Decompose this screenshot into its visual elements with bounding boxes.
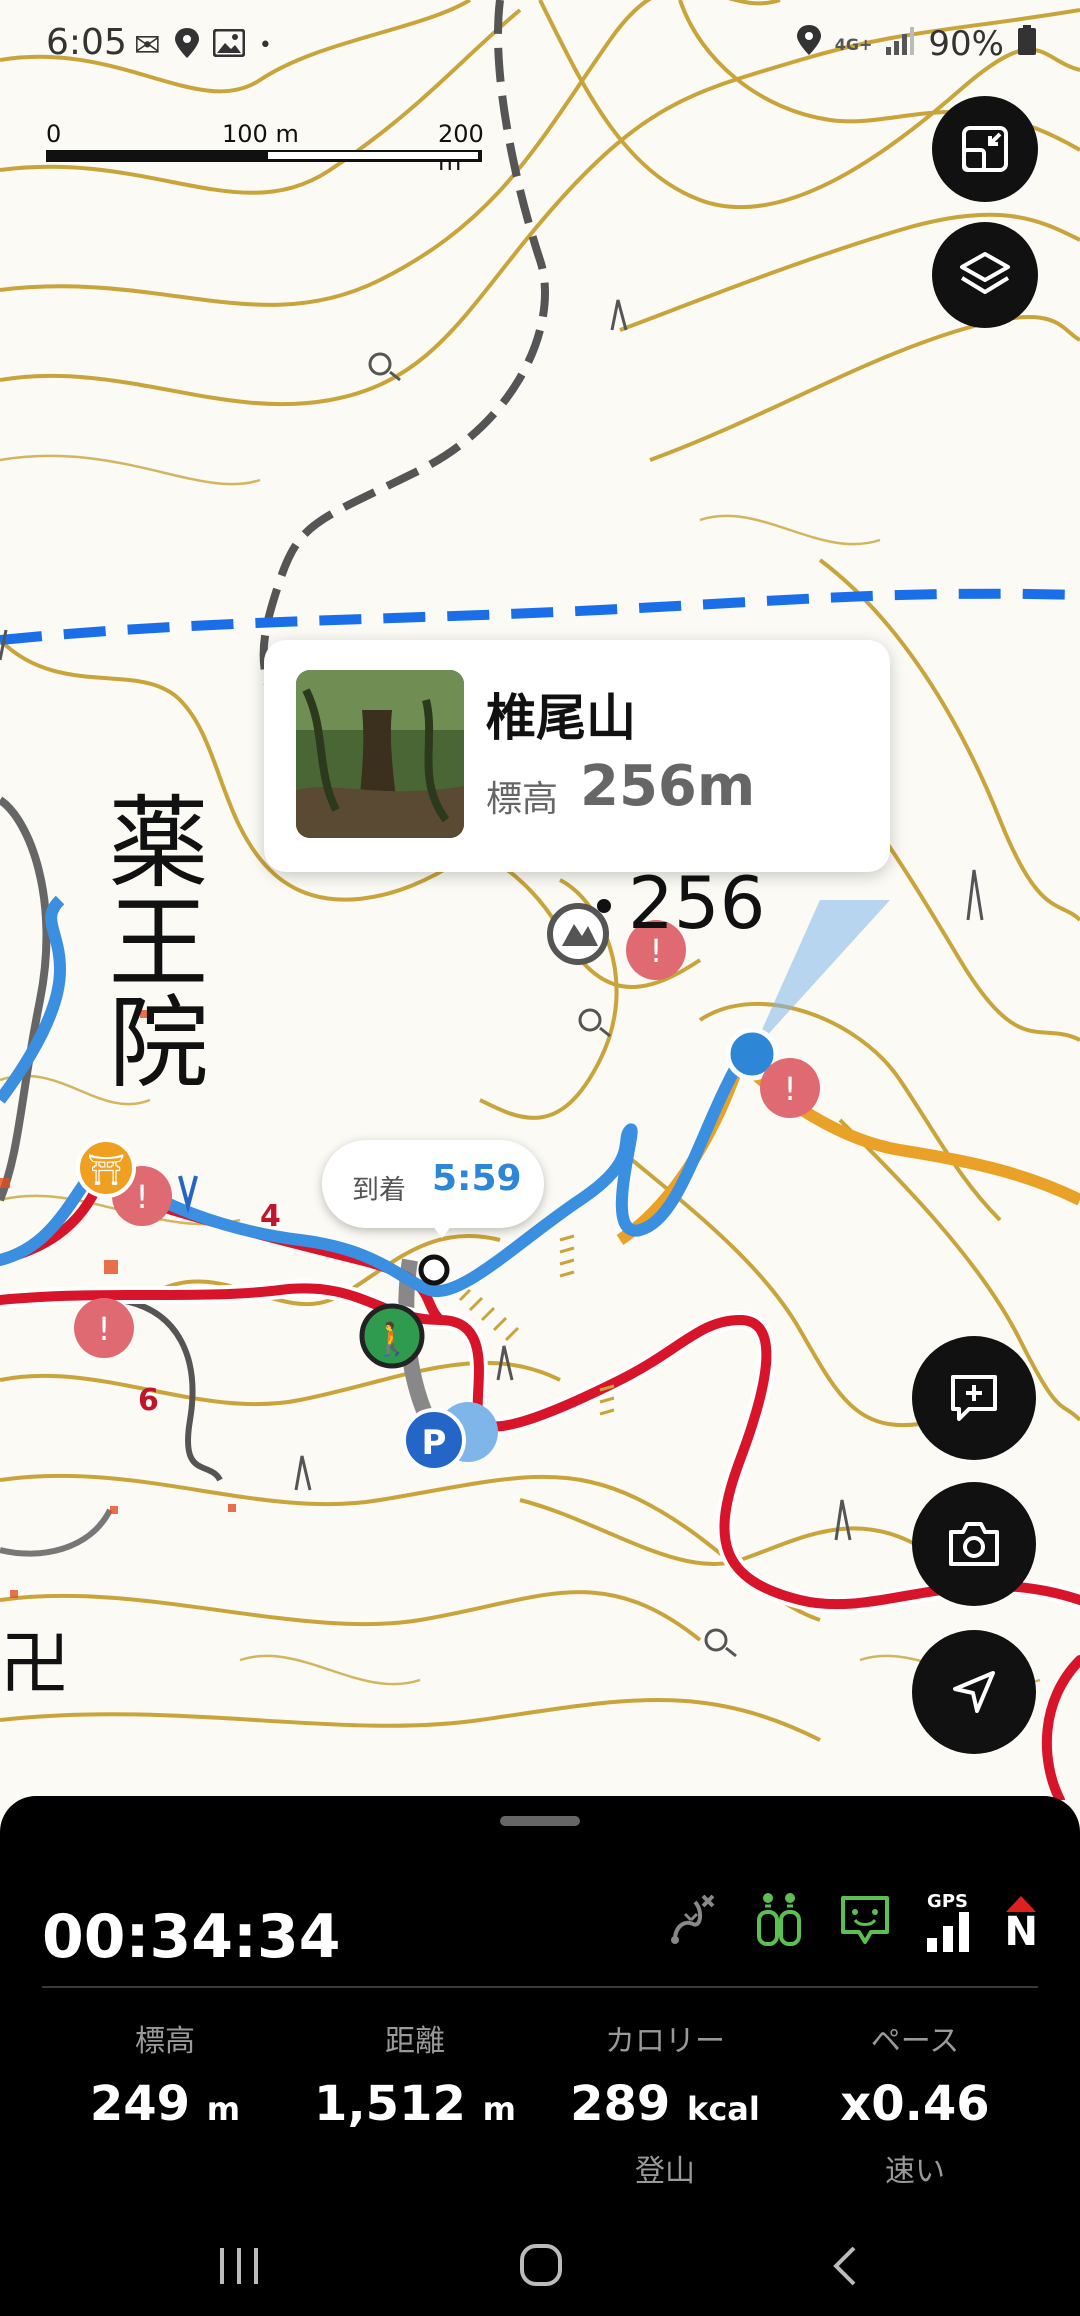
stat-value: 249 m [40,2076,290,2132]
camera-button[interactable] [912,1482,1036,1606]
arrival-time-bubble[interactable]: 到着 5:59 [322,1140,544,1238]
arrival-bubble-tail [428,1220,456,1238]
peak-name: 椎尾山 [486,689,636,747]
trail-number-6: 6 [138,1383,159,1418]
north-label: N [1004,1909,1038,1955]
stat-unit: m [206,2090,241,2128]
stat-unit: m [482,2090,516,2128]
stat-label: 距離 [385,2024,445,2059]
scale-label-0: 0 [46,120,62,148]
add-note-button[interactable] [912,1336,1036,1460]
stat-value: 1,512 m [290,2076,540,2132]
map-scale-bar: 0 100 m 200 m [46,120,486,176]
system-nav-bar [0,2226,1080,2316]
back-icon[interactable] [830,2244,860,2292]
stat-elevation: 標高 249 m [40,2016,290,2146]
peak-elevation-value: 256m [580,754,756,819]
peak-elevation-label: 標高 [486,779,559,820]
recent-apps-icon[interactable] [216,2246,262,2290]
status-indicators: GPS N [667,1890,1038,1952]
peak-elevation-label: 256 [628,861,765,945]
layers-button[interactable] [932,222,1038,328]
svg-text:!: ! [98,1310,111,1348]
camera-icon [949,1522,999,1566]
scale-label-200: 200 m [438,120,484,176]
route-off-icon[interactable] [667,1890,719,1952]
peak-photo [296,670,464,838]
status-bar: 6:05 ✉ • 4G+ 90% [0,0,1080,92]
place-label-text: 薬王院 [91,790,208,1090]
svg-text:卍: 卍 [0,1623,70,1705]
stat-label: ペース [870,2024,960,2059]
status-time: 6:05 [46,22,127,63]
expand-button[interactable] [932,96,1038,202]
svg-text:🚶: 🚶 [372,1320,412,1358]
mail-icon: ✉ [134,26,161,64]
arrival-time: 5:59 [432,1158,522,1199]
stat-value-number: 1,512 [314,2076,466,2132]
battery-level: 90% [928,24,1004,64]
place-label: 薬王院 [84,790,208,1121]
location-icon [174,28,199,62]
network-type: 4G+ [834,34,873,54]
stat-unit: kcal [687,2090,760,2128]
trail-number-4: 4 [260,1199,281,1234]
panel-drag-handle[interactable] [500,1816,580,1826]
navigate-button[interactable] [912,1630,1036,1754]
elapsed-timer: 00:34:34 [42,1902,341,1972]
stat-value-number: x0.46 [840,2076,990,2132]
tracking-panel[interactable]: 00:34:34 GPS N 標高 249 m 距離 1,512 m カロリー … [0,1796,1080,2316]
chat-icon[interactable] [839,1894,891,1952]
svg-text:!: ! [784,1070,797,1108]
companions-icon[interactable] [753,1890,805,1952]
stat-sub: 速い [885,2154,945,2189]
home-icon[interactable] [518,2242,564,2292]
stat-value: x0.46 [790,2076,1040,2132]
arrival-label: 到着 [352,1175,406,1206]
stat-pace: ペース x0.46 速い [790,2016,1040,2190]
gps-label: GPS [927,1891,968,1912]
stat-sub: 登山 [635,2154,695,2189]
location-icon-right [796,24,821,64]
stat-value: 289 kcal [540,2076,790,2132]
compass-north-icon[interactable]: N [1005,1896,1038,1952]
stat-calories: カロリー 289 kcal 登山 [540,2016,790,2190]
stat-label: カロリー [605,2024,725,2059]
gallery-icon [212,28,246,61]
battery-icon [1018,24,1036,64]
stat-value-number: 249 [89,2076,191,2132]
peak-info-popup[interactable]: 椎尾山 標高 256m [264,640,890,872]
expand-icon [962,126,1008,172]
stat-label: 標高 [135,2024,195,2059]
signal-icon [886,24,915,64]
stat-value-number: 289 [570,2076,671,2132]
stat-distance: 距離 1,512 m [290,2016,540,2146]
panel-divider [42,1986,1038,1988]
navigate-icon [953,1671,995,1713]
svg-text:!: ! [136,1178,149,1216]
scale-label-100: 100 m [222,120,299,148]
add-note-icon [951,1375,997,1421]
layers-icon [960,252,1010,294]
svg-text:⛩: ⛩ [87,1153,125,1188]
more-notifications-icon: • [258,32,272,58]
svg-text:P: P [422,1423,447,1463]
gps-signal-icon: GPS [925,1891,971,1952]
scale-bar-segment [268,152,478,159]
